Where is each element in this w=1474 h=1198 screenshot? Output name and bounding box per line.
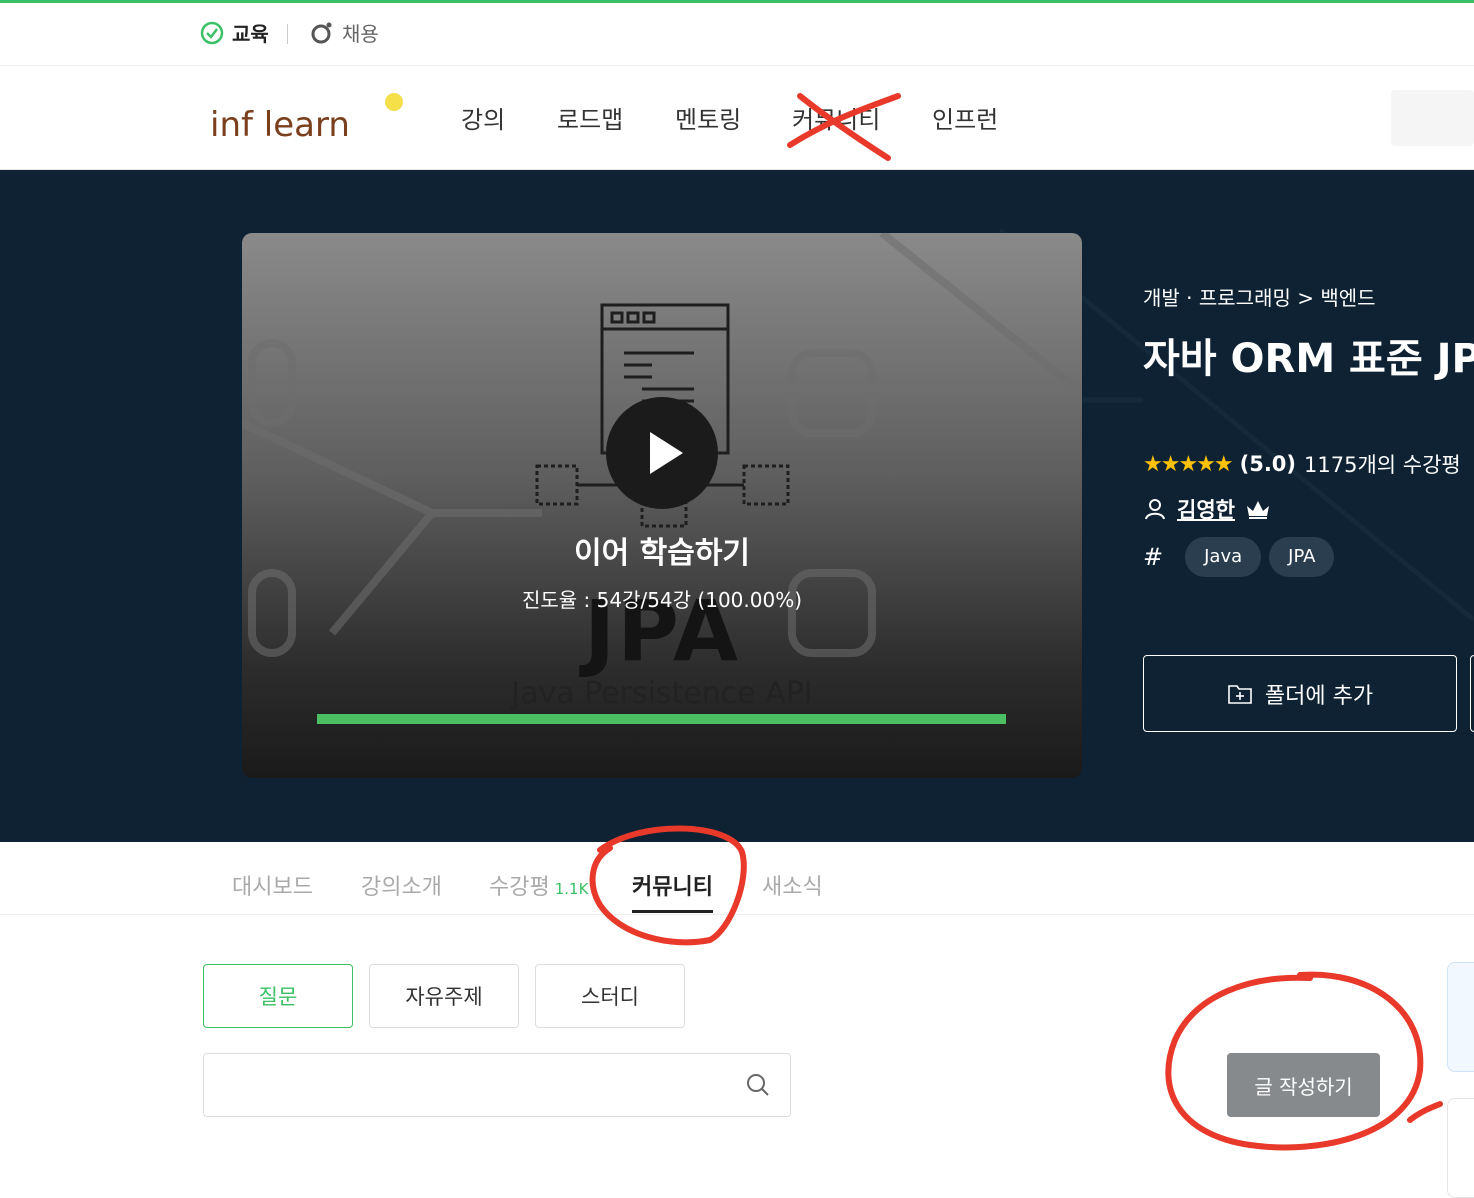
nav-inflearn[interactable]: 인프런 — [932, 100, 998, 135]
crown-icon — [1246, 501, 1269, 519]
tab-dashboard[interactable]: 대시보드 — [232, 869, 313, 901]
chip-free-topic[interactable]: 자유주제 — [369, 964, 519, 1028]
tab-introduction[interactable]: 강의소개 — [361, 869, 442, 901]
secondary-action-button[interactable] — [1470, 655, 1474, 732]
side-card — [1447, 962, 1474, 1072]
education-link[interactable]: 교육 — [200, 18, 269, 47]
resume-learning-title[interactable]: 이어 학습하기 — [242, 528, 1082, 572]
progress-bar-fill — [317, 714, 1006, 724]
side-card-2 — [1447, 1098, 1474, 1198]
service-divider — [287, 24, 288, 44]
rating-stars-icon: ★★★★★ — [1143, 451, 1234, 477]
instructor-row: 김영한 — [1143, 494, 1271, 524]
progress-bar — [317, 714, 1006, 724]
nav-mentoring[interactable]: 멘토링 — [675, 100, 741, 135]
community-search-input[interactable] — [203, 1053, 791, 1117]
nav-courses[interactable]: 강의 — [461, 100, 505, 135]
jobs-icon — [311, 22, 332, 43]
jobs-link[interactable]: 채용 — [310, 18, 379, 47]
chip-study[interactable]: 스터디 — [535, 964, 685, 1028]
user-icon — [1145, 499, 1165, 520]
tab-community[interactable]: 커뮤니티 — [632, 869, 713, 901]
rating-value: (5.0) — [1239, 452, 1297, 476]
tab-reviews-label: 수강평 — [489, 875, 550, 900]
tab-reviews-count: 1.1K — [554, 880, 589, 898]
instructor-name[interactable]: 김영한 — [1177, 494, 1235, 524]
add-to-folder-label: 폴더에 추가 — [1264, 683, 1374, 709]
review-count[interactable]: 1175개의 수강평 — [1304, 449, 1461, 479]
nav-roadmap[interactable]: 로드맵 — [557, 100, 623, 135]
folder-plus-icon — [1228, 684, 1252, 704]
course-category[interactable]: 개발 · 프로그래밍 > 백엔드 — [1143, 282, 1376, 311]
tag-java[interactable]: Java — [1185, 537, 1262, 577]
course-tags: # Java JPA — [1143, 537, 1335, 577]
thumbnail-jpa-subtitle: Java Persistence API — [511, 676, 813, 711]
education-icon — [200, 21, 224, 44]
chip-questions[interactable]: 질문 — [203, 964, 353, 1028]
active-tab-indicator — [632, 910, 713, 913]
hash-icon: # — [1143, 543, 1164, 571]
inflearn-logo-image: inf learn — [210, 93, 403, 145]
education-label: 교육 — [232, 22, 269, 46]
tag-jpa[interactable]: JPA — [1269, 537, 1335, 577]
inflearn-logo[interactable]: inf learn — [210, 90, 410, 150]
write-post-button[interactable]: 글 작성하기 — [1227, 1053, 1380, 1117]
course-title: 자바 ORM 표준 JPA — [1143, 336, 1474, 382]
add-to-folder-button[interactable]: 폴더에 추가 — [1143, 655, 1457, 732]
nav-community[interactable]: 커뮤니티 — [792, 100, 880, 135]
jobs-label: 채용 — [342, 22, 379, 46]
course-tabs — [0, 842, 1474, 915]
tab-news[interactable]: 새소식 — [762, 869, 823, 901]
tab-reviews[interactable]: 수강평 1.1K — [489, 869, 588, 901]
progress-text: 진도율 : 54강/54강 (100.00%) — [521, 588, 803, 612]
course-rating: ★★★★★ (5.0) 1175개의 수강평 — [1143, 449, 1461, 479]
play-icon — [650, 432, 683, 474]
svg-text:inf learn: inf learn — [210, 105, 350, 145]
header-search-box[interactable] — [1391, 90, 1474, 146]
search-icon[interactable] — [745, 1072, 771, 1098]
